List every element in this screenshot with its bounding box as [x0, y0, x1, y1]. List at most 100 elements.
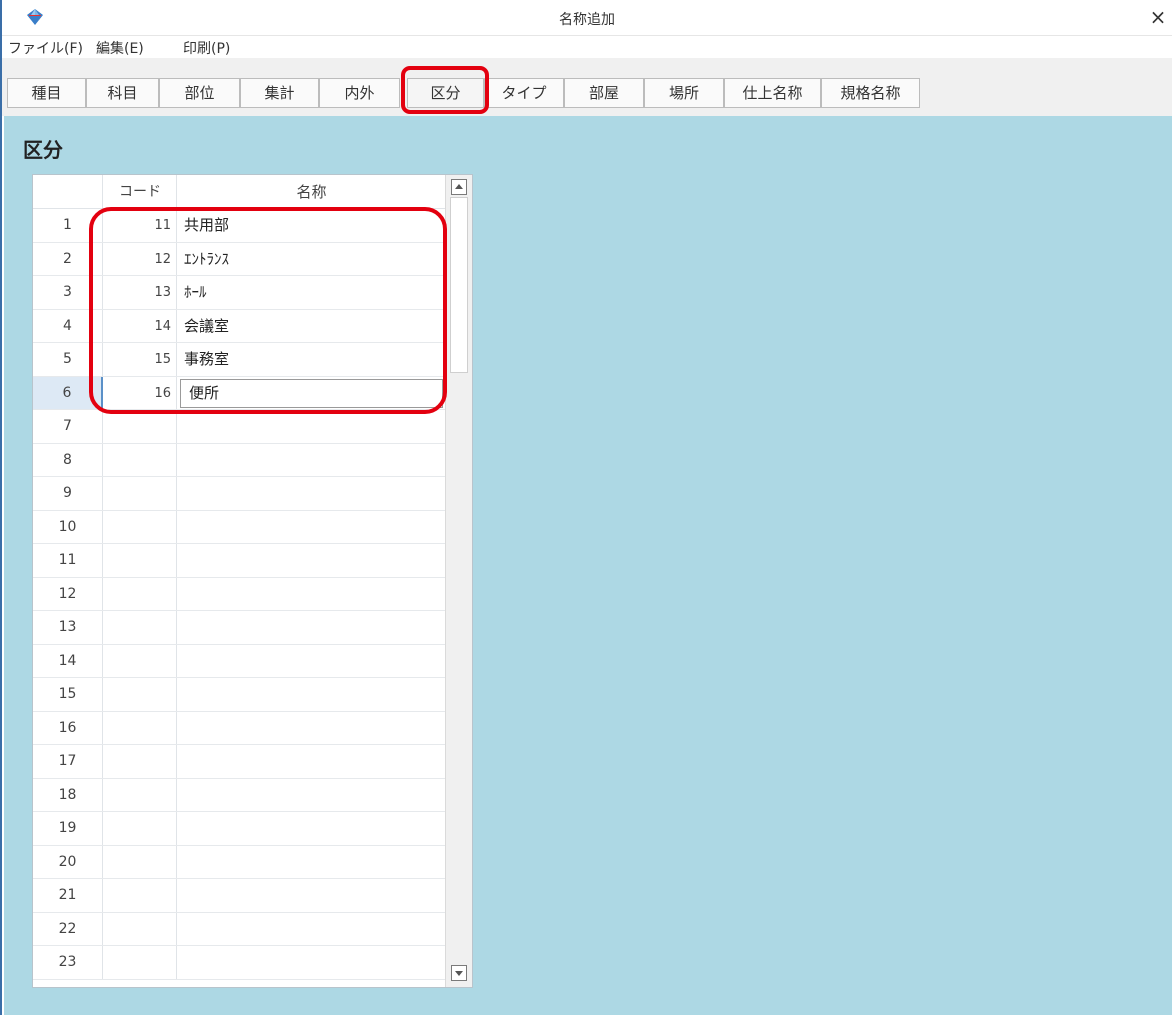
row-number[interactable]: 6: [33, 376, 103, 409]
row-number[interactable]: 8: [33, 443, 103, 476]
name-cell[interactable]: [178, 611, 445, 644]
row-number[interactable]: 13: [33, 611, 103, 644]
row-number[interactable]: 15: [33, 678, 103, 711]
name-cell[interactable]: [178, 712, 445, 745]
tab-shiage-meisho[interactable]: 仕上名称: [724, 78, 821, 108]
code-cell[interactable]: [104, 912, 177, 945]
table-row[interactable]: 21: [33, 879, 445, 913]
table-row[interactable]: 3 13 ﾎｰﾙ: [33, 276, 445, 310]
row-number[interactable]: 9: [33, 477, 103, 510]
table-row[interactable]: 9: [33, 477, 445, 511]
code-cell[interactable]: [104, 778, 177, 811]
menu-edit[interactable]: 編集(E): [96, 38, 144, 58]
code-cell[interactable]: [104, 477, 177, 510]
name-cell[interactable]: [178, 745, 445, 778]
code-cell[interactable]: [104, 946, 177, 979]
code-cell[interactable]: [104, 644, 177, 677]
row-number[interactable]: 11: [33, 544, 103, 577]
code-cell[interactable]: 12: [104, 242, 177, 275]
row-number[interactable]: 12: [33, 577, 103, 610]
code-cell[interactable]: [104, 745, 177, 778]
table-row[interactable]: 5 15 事務室: [33, 343, 445, 377]
table-row[interactable]: 22: [33, 912, 445, 946]
tab-kubun[interactable]: 区分: [407, 78, 484, 108]
close-button[interactable]: ×: [1146, 4, 1170, 30]
code-cell[interactable]: 13: [104, 276, 177, 309]
menu-print[interactable]: 印刷(P): [183, 38, 230, 58]
table-row[interactable]: 8: [33, 443, 445, 477]
code-cell[interactable]: [104, 678, 177, 711]
name-cell-editor[interactable]: 便所: [180, 378, 443, 408]
code-cell[interactable]: 15: [104, 343, 177, 376]
name-cell[interactable]: [178, 846, 445, 879]
table-row[interactable]: 12: [33, 577, 445, 611]
row-number[interactable]: 5: [33, 343, 103, 376]
name-cell[interactable]: [178, 444, 445, 477]
name-cell[interactable]: ｴﾝﾄﾗﾝｽ: [178, 243, 445, 276]
row-number[interactable]: 23: [33, 946, 103, 979]
row-number[interactable]: 2: [33, 242, 103, 275]
row-number[interactable]: 14: [33, 644, 103, 677]
row-number[interactable]: 10: [33, 510, 103, 543]
code-cell[interactable]: [104, 879, 177, 912]
header-code[interactable]: コード: [104, 175, 177, 209]
table-row[interactable]: 23: [33, 946, 445, 980]
name-cell[interactable]: 共用部: [178, 209, 445, 242]
name-cell[interactable]: [178, 946, 445, 979]
table-row[interactable]: 20: [33, 845, 445, 879]
code-cell[interactable]: 14: [104, 309, 177, 342]
table-row[interactable]: 10: [33, 510, 445, 544]
name-cell[interactable]: [178, 544, 445, 577]
scroll-up-button[interactable]: [451, 179, 467, 195]
name-cell[interactable]: [178, 913, 445, 946]
name-cell[interactable]: [178, 779, 445, 812]
tab-kamoku[interactable]: 科目: [86, 78, 159, 108]
code-cell[interactable]: [104, 577, 177, 610]
code-cell[interactable]: [104, 443, 177, 476]
tab-heya[interactable]: 部屋: [564, 78, 644, 108]
code-cell[interactable]: 11: [104, 209, 177, 242]
row-number[interactable]: 18: [33, 778, 103, 811]
name-cell[interactable]: [178, 410, 445, 443]
code-cell[interactable]: [104, 410, 177, 443]
table-row[interactable]: 1 11 共用部: [33, 209, 445, 243]
name-cell[interactable]: [178, 879, 445, 912]
row-number[interactable]: 7: [33, 410, 103, 443]
tab-shumoku[interactable]: 種目: [7, 78, 86, 108]
name-cell[interactable]: [178, 578, 445, 611]
header-name[interactable]: 名称: [178, 175, 445, 209]
tab-kikaku-meisho[interactable]: 規格名称: [821, 78, 920, 108]
row-number[interactable]: 17: [33, 745, 103, 778]
table-row[interactable]: 19: [33, 812, 445, 846]
row-number[interactable]: 21: [33, 879, 103, 912]
table-row[interactable]: 6 16 便所: [33, 376, 445, 410]
name-cell[interactable]: 事務室: [178, 343, 445, 376]
name-cell[interactable]: [178, 511, 445, 544]
tab-basho[interactable]: 場所: [644, 78, 724, 108]
row-number[interactable]: 4: [33, 309, 103, 342]
row-number[interactable]: 19: [33, 812, 103, 845]
name-cell[interactable]: 会議室: [178, 310, 445, 343]
row-number[interactable]: 1: [33, 209, 103, 242]
code-cell[interactable]: [104, 812, 177, 845]
table-row[interactable]: 15: [33, 678, 445, 712]
name-cell[interactable]: [178, 645, 445, 678]
code-cell[interactable]: [104, 845, 177, 878]
table-row[interactable]: 2 12 ｴﾝﾄﾗﾝｽ: [33, 242, 445, 276]
code-cell[interactable]: 16: [104, 376, 177, 409]
vertical-scrollbar[interactable]: [445, 175, 472, 987]
tab-bui[interactable]: 部位: [159, 78, 240, 108]
code-cell[interactable]: [104, 544, 177, 577]
table-row[interactable]: 7: [33, 410, 445, 444]
name-cell[interactable]: [178, 477, 445, 510]
code-cell[interactable]: [104, 510, 177, 543]
row-number[interactable]: 22: [33, 912, 103, 945]
tab-type[interactable]: タイプ: [484, 78, 564, 108]
row-number[interactable]: 3: [33, 276, 103, 309]
table-row[interactable]: 4 14 会議室: [33, 309, 445, 343]
name-cell[interactable]: ﾎｰﾙ: [178, 276, 445, 309]
table-row[interactable]: 11: [33, 544, 445, 578]
scroll-thumb[interactable]: [450, 197, 468, 373]
row-number[interactable]: 16: [33, 711, 103, 744]
table-row[interactable]: 13: [33, 611, 445, 645]
